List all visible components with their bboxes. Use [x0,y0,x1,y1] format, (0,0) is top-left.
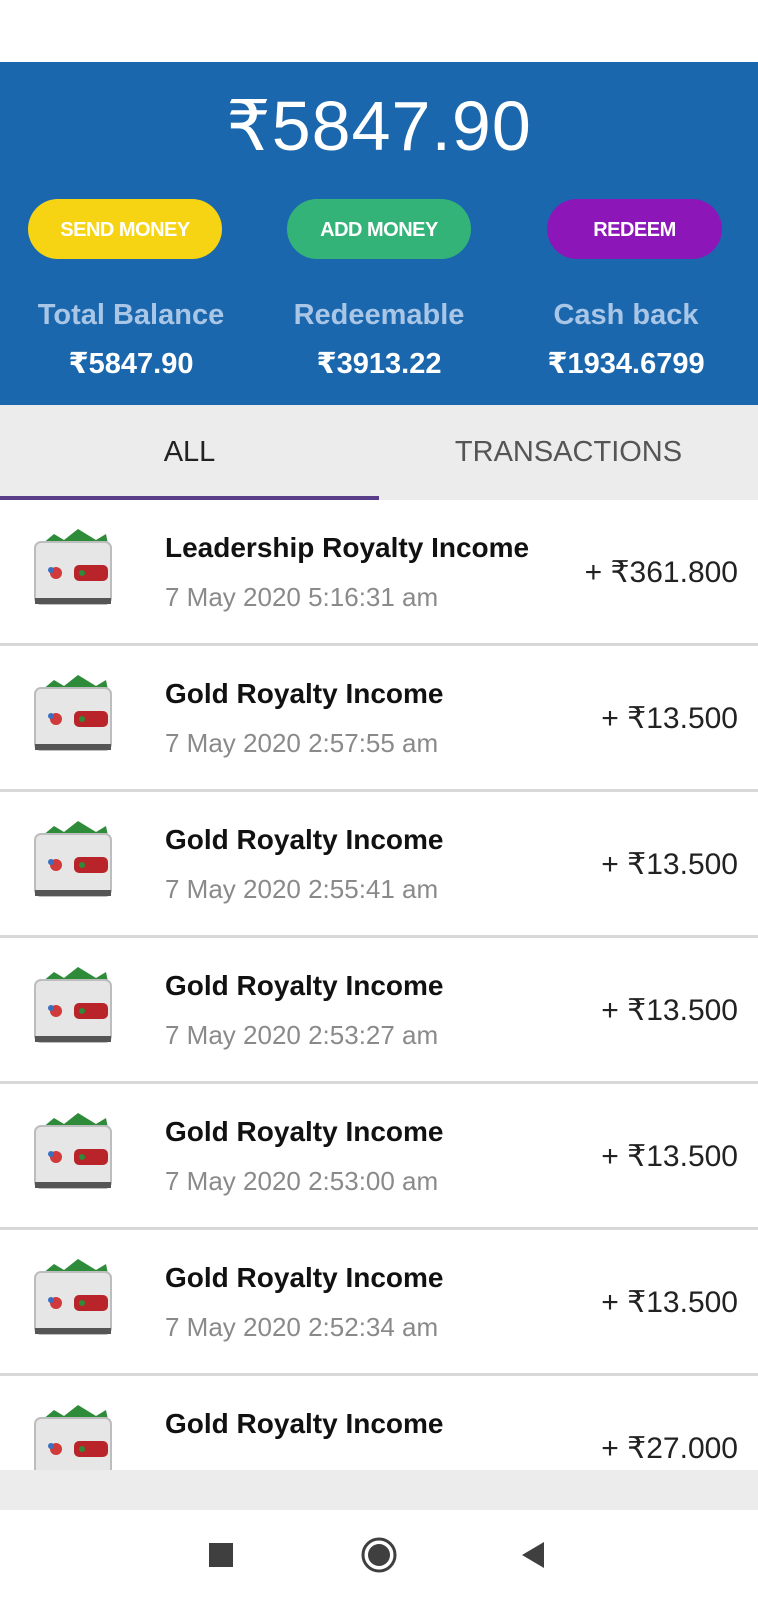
total-balance-label: Total Balance [37,299,225,331]
transaction-title: Gold Royalty Income [165,1116,444,1147]
transaction-date: 7 May 2020 2:52:34 am [165,1312,439,1342]
transaction-title: Gold Royalty Income [165,1262,444,1293]
redeemable-label: Redeemable [293,299,465,331]
transaction-row[interactable]: Gold Royalty Income 7 May 2020 2:53:00 am… [0,1084,758,1230]
status-bar-area [0,0,758,62]
tab-all[interactable]: ALL [0,405,379,500]
main-balance: ₹5847.90 [226,87,532,165]
home-icon[interactable] [359,1535,399,1575]
transaction-amount: + ₹13.500 [601,848,738,881]
wallet-screen: ₹5847.90 SEND MONEY ADD MONEY REDEEM Tot… [0,0,758,1600]
total-balance-stat: Total Balance ₹5847.90 [5,297,257,382]
wallet-icon [32,1106,114,1196]
wallet-icon [32,960,114,1050]
transaction-date: 7 May 2020 2:55:41 am [165,874,439,904]
bottom-strip [0,1470,758,1510]
transaction-amount: + ₹13.500 [601,702,738,735]
cashback-label: Cash back [553,299,699,331]
transaction-title: Gold Royalty Income [165,1408,444,1439]
transaction-row[interactable]: Gold Royalty Income 7 May 2020 2:52:34 am… [0,1230,758,1376]
redeem-button[interactable]: REDEEM [547,199,722,259]
recent-apps-icon[interactable] [201,1535,241,1575]
transaction-title: Leadership Royalty Income [165,532,530,563]
back-icon[interactable] [514,1535,554,1575]
redeemable-value: ₹3913.22 [316,348,442,380]
transaction-date: 7 May 2020 2:53:00 am [165,1166,439,1196]
transaction-amount: + ₹27.000 [601,1432,738,1465]
transaction-row[interactable]: Gold Royalty Income 7 May 2020 2:57:55 am… [0,646,758,792]
wallet-icon [32,668,114,758]
wallet-icon [32,814,114,904]
transaction-amount: + ₹13.500 [601,1286,738,1319]
wallet-icon [32,522,114,612]
total-balance-value: ₹5847.90 [68,348,194,380]
redeemable-stat: Redeemable ₹3913.22 [253,297,505,382]
transaction-amount: + ₹361.800 [584,556,738,589]
transaction-amount: + ₹13.500 [601,1140,738,1173]
tab-transactions[interactable]: TRANSACTIONS [379,405,758,500]
wallet-icon [32,1398,114,1470]
transaction-amount: + ₹13.500 [601,994,738,1027]
transaction-title: Gold Royalty Income [165,824,444,855]
transaction-date: 7 May 2020 5:16:31 am [165,582,439,612]
cashback-stat: Cash back ₹1934.6799 [500,297,752,382]
send-money-button[interactable]: SEND MONEY [28,199,222,259]
transaction-date: 7 May 2020 2:53:27 am [165,1020,439,1050]
system-navigation-bar [0,1510,758,1600]
wallet-icon [32,1252,114,1342]
transaction-title: Gold Royalty Income [165,970,444,1001]
tab-bar: ALL TRANSACTIONS [0,405,758,501]
add-money-button[interactable]: ADD MONEY [287,199,471,259]
transaction-row[interactable]: Leadership Royalty Income 7 May 2020 5:16… [0,500,758,646]
transaction-row[interactable]: Gold Royalty Income 7 May 2020 2:55:41 am… [0,792,758,938]
transaction-row[interactable]: Gold Royalty Income 7 May 2020 2:53:27 am… [0,938,758,1084]
wallet-header: ₹5847.90 SEND MONEY ADD MONEY REDEEM Tot… [0,62,758,405]
transaction-title: Gold Royalty Income [165,678,444,709]
transaction-row[interactable]: Gold Royalty Income + ₹27.000 [0,1376,758,1470]
transaction-date: 7 May 2020 2:57:55 am [165,728,439,758]
cashback-value: ₹1934.6799 [547,348,705,380]
transaction-list[interactable]: Leadership Royalty Income 7 May 2020 5:16… [0,500,758,1470]
